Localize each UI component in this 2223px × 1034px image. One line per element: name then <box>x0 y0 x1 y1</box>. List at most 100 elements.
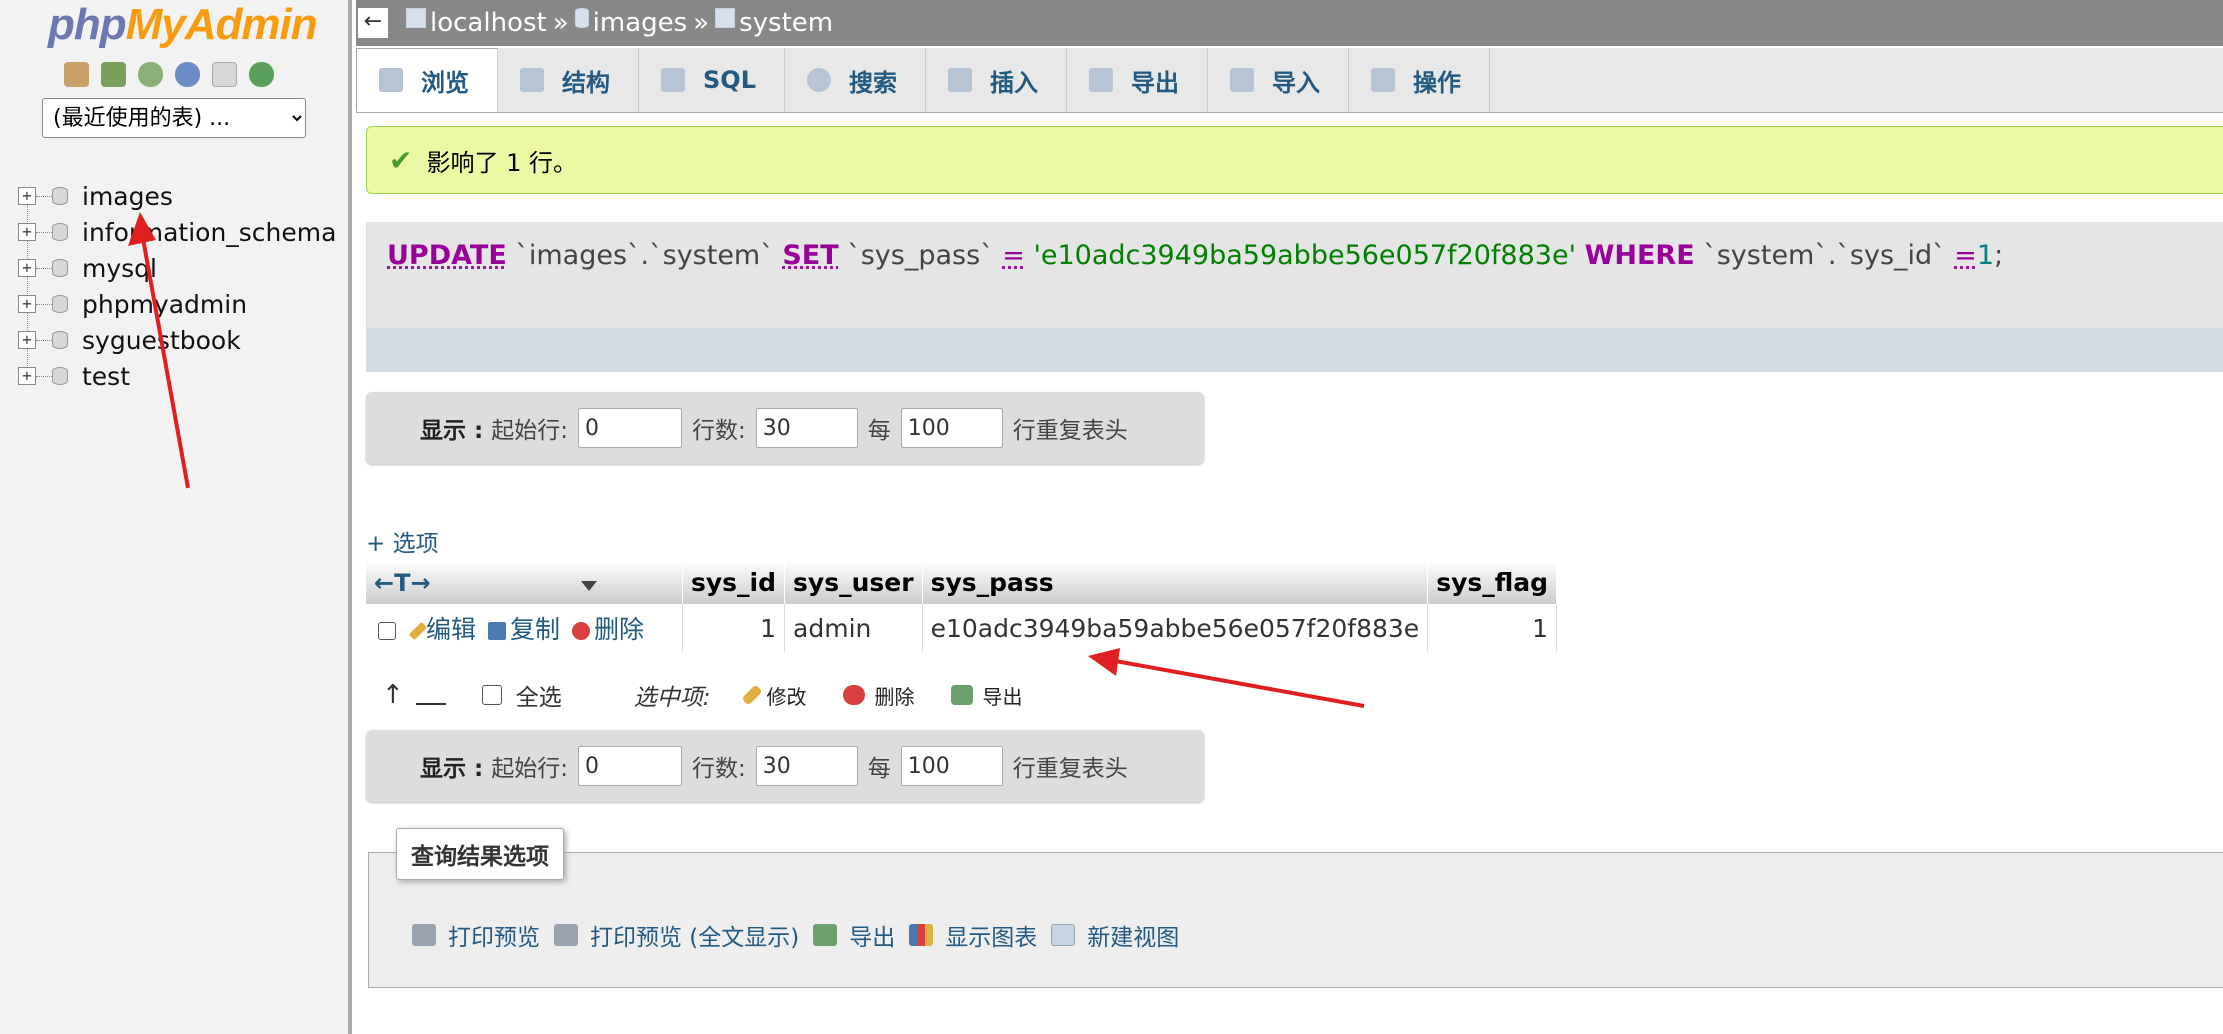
show-label: 显示 : <box>420 756 484 782</box>
column-header-sys-flag[interactable]: sys_flag <box>1427 560 1558 604</box>
tree-item-mysql[interactable]: + mysql <box>18 251 157 285</box>
sql-operator[interactable]: = <box>1954 240 1977 271</box>
tree-item-images[interactable]: + images <box>18 179 173 213</box>
expand-icon[interactable]: + <box>18 259 36 277</box>
tree-item-label[interactable]: mysql <box>82 254 157 283</box>
row-checkbox[interactable] <box>378 622 396 640</box>
tree-item-test[interactable]: + test <box>18 359 130 393</box>
create-view-link[interactable]: 新建视图 <box>1051 918 1179 952</box>
expand-icon[interactable]: + <box>18 331 36 349</box>
check-all-checkbox[interactable] <box>481 685 502 705</box>
bulk-delete-button[interactable]: 删除 <box>842 681 915 710</box>
success-text: 影响了 1 行。 <box>426 148 577 177</box>
tab-sql[interactable]: SQL <box>639 48 785 112</box>
printer-icon <box>412 924 436 946</box>
query-window-icon[interactable] <box>138 62 163 87</box>
search-icon <box>806 68 831 92</box>
breadcrumb-table[interactable]: system <box>739 8 833 38</box>
expand-icon[interactable]: + <box>18 187 36 205</box>
tab-structure[interactable]: 结构 <box>498 48 639 112</box>
tab-search[interactable]: 搜索 <box>785 48 926 112</box>
column-header-sys-user[interactable]: sys_user <box>784 560 923 604</box>
sql-toolbar <box>366 328 2223 372</box>
link-label: 导出 <box>849 925 896 951</box>
start-row-input[interactable] <box>577 408 682 448</box>
tab-browse[interactable]: 浏览 <box>356 48 498 112</box>
sql-identifier: `images`.`system` <box>506 240 783 271</box>
repeat-headers-input[interactable] <box>900 746 1003 786</box>
tree-item-syguestbook[interactable]: + syguestbook <box>18 323 241 357</box>
copy-button[interactable]: 复制 <box>488 615 560 644</box>
database-icon <box>52 331 68 349</box>
home-icon[interactable] <box>64 62 89 87</box>
with-selected-label: 选中项: <box>633 685 711 711</box>
sql-keyword[interactable]: SET <box>782 240 838 271</box>
copy-icon[interactable] <box>212 62 237 87</box>
navigation-panel: phpMyAdmin (最近使用的表) ... + images + informa… <box>0 0 352 1034</box>
tree-item-information-schema[interactable]: + information_schema <box>18 215 336 249</box>
tree-item-label[interactable]: syguestbook <box>82 326 241 355</box>
sql-icon <box>661 68 685 92</box>
print-preview-full-link[interactable]: 打印预览 (全文显示) <box>554 918 799 952</box>
tree-item-label[interactable]: test <box>82 362 130 391</box>
show-label: 显示 : <box>420 418 484 444</box>
reload-icon[interactable] <box>249 62 274 87</box>
column-header-sys-pass[interactable]: sys_pass <box>922 560 1429 604</box>
link-label: 显示图表 <box>945 925 1038 951</box>
print-preview-link[interactable]: 打印预览 <box>412 918 540 952</box>
bulk-edit-button[interactable]: 修改 <box>740 681 807 710</box>
tree-item-label[interactable]: images <box>82 182 173 211</box>
export-icon <box>813 924 838 946</box>
recent-tables-select[interactable]: (最近使用的表) ... <box>42 98 306 138</box>
tab-insert[interactable]: 插入 <box>926 48 1067 112</box>
tab-label: 操作 <box>1412 68 1461 97</box>
link-label: 新建视图 <box>1087 925 1180 951</box>
start-row-label: 起始行: <box>491 756 568 782</box>
cell-sys-flag[interactable]: 1 <box>1427 604 1558 652</box>
expand-icon[interactable]: + <box>18 223 36 241</box>
success-message: ✔ 影响了 1 行。 <box>366 126 2223 194</box>
wrench-icon <box>1370 68 1395 92</box>
cell-sys-pass[interactable]: e10adc3949ba59abbe56e057f20f883e <box>922 604 1429 652</box>
tab-export[interactable]: 导出 <box>1067 48 1208 112</box>
breadcrumb-server[interactable]: localhost <box>430 8 547 38</box>
cell-sys-id[interactable]: 1 <box>682 604 786 652</box>
cell-sys-user[interactable]: admin <box>784 604 923 652</box>
export-link[interactable]: 导出 <box>813 918 895 952</box>
tree-item-label[interactable]: information_schema <box>82 218 336 247</box>
rows-input[interactable] <box>755 408 858 448</box>
tab-label: 导出 <box>1130 68 1179 97</box>
copy-row-icon <box>488 622 507 640</box>
sql-operator[interactable]: = <box>1002 240 1025 271</box>
display-chart-link[interactable]: 显示图表 <box>909 918 1037 952</box>
sql-identifier: `system`.`sys_id` <box>1694 240 1955 271</box>
check-all-label[interactable]: 全选 <box>516 678 562 712</box>
sort-dropdown-icon[interactable] <box>580 580 597 591</box>
arrow-up-icon: ↑ <box>382 680 404 710</box>
sql-keyword[interactable]: UPDATE <box>387 240 507 271</box>
tree-item-label[interactable]: phpmyadmin <box>82 290 247 319</box>
breadcrumb-database[interactable]: images <box>593 8 688 38</box>
edit-label: 编辑 <box>426 615 477 644</box>
back-arrow-icon[interactable]: ← <box>358 8 388 38</box>
tab-import[interactable]: 导入 <box>1208 48 1349 112</box>
edit-button[interactable]: 编辑 <box>408 615 477 644</box>
tree-item-phpmyadmin[interactable]: + phpmyadmin <box>18 287 247 321</box>
column-header-sys-id[interactable]: sys_id <box>682 560 786 604</box>
delete-button[interactable]: 删除 <box>572 615 644 644</box>
docs-icon[interactable] <box>175 62 200 87</box>
expand-icon[interactable]: + <box>18 367 36 385</box>
bottom-navigation-bar: 显示 : 起始行: 行数: 每 行重复表头 <box>366 730 1204 802</box>
rows-input[interactable] <box>755 746 858 786</box>
column-arrows-icon[interactable]: ←T→ <box>374 569 431 597</box>
tab-operations[interactable]: 操作 <box>1349 48 1490 112</box>
bulk-export-button[interactable]: 导出 <box>950 681 1023 710</box>
exit-icon[interactable] <box>101 62 126 87</box>
start-row-input[interactable] <box>577 746 682 786</box>
phpmyadmin-logo[interactable]: phpMyAdmin <box>48 0 318 50</box>
arrow-line <box>415 703 446 705</box>
options-link[interactable]: + 选项 <box>366 524 439 558</box>
repeat-headers-input[interactable] <box>900 408 1003 448</box>
sql-string: 'e10adc3949ba59abbe56e057f20f883e' <box>1024 240 1585 271</box>
expand-icon[interactable]: + <box>18 295 36 313</box>
